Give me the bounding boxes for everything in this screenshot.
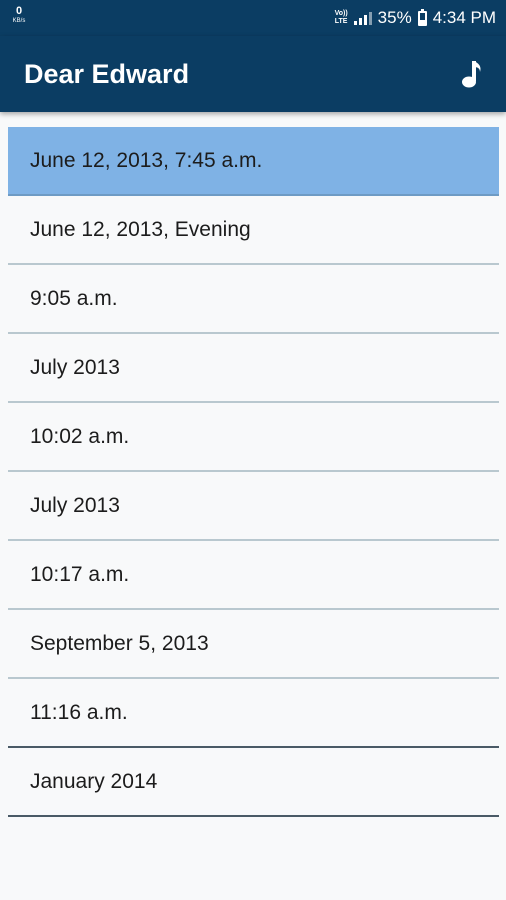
data-speed-value: 0 (15, 5, 23, 17)
list-item-label: June 12, 2013, Evening (30, 217, 251, 241)
lte-label: LTE (334, 18, 348, 25)
list-item[interactable]: 10:17 a.m. (8, 541, 499, 610)
list-item[interactable]: 10:02 a.m. (8, 403, 499, 472)
list-item[interactable]: 9:05 a.m. (8, 265, 499, 334)
music-note-icon (462, 61, 481, 88)
clock: 4:34 PM (432, 8, 496, 27)
list-item[interactable]: June 12, 2013, 7:45 a.m. (8, 127, 499, 196)
list-item-label: 9:05 a.m. (30, 286, 118, 310)
app-bar: Dear Edward (0, 36, 506, 112)
list-item-label: June 12, 2013, 7:45 a.m. (30, 148, 263, 172)
battery-icon (417, 8, 427, 26)
entry-list: June 12, 2013, 7:45 a.m. June 12, 2013, E… (8, 127, 499, 817)
data-speed-unit: KB/s (12, 18, 26, 24)
list-item[interactable]: July 2013 (8, 472, 499, 541)
volte-icon: Vo)) LTE (335, 10, 348, 26)
signal-strength-icon (353, 11, 372, 25)
list-item-label: January 2014 (30, 769, 158, 793)
list-item-label: July 2013 (30, 493, 120, 517)
app-title: Dear Edward (24, 59, 190, 89)
list-item-label: September 5, 2013 (30, 631, 209, 655)
list-item[interactable]: January 2014 (8, 748, 499, 817)
music-button[interactable] (454, 56, 488, 92)
network-speed-indicator: 0 KB/s (8, 6, 30, 30)
list-item-label: 10:17 a.m. (30, 562, 130, 586)
list-item[interactable]: September 5, 2013 (8, 610, 499, 679)
list-item-label: July 2013 (30, 355, 120, 379)
list-item[interactable]: June 12, 2013, Evening (8, 196, 499, 265)
list-item-label: 10:02 a.m. (30, 424, 130, 448)
volte-label: Vo)) (334, 10, 348, 17)
list-item[interactable]: 11:16 a.m. (8, 679, 499, 748)
list-item[interactable]: July 2013 (8, 334, 499, 403)
status-bar: 0 KB/s Vo)) LTE 35% 4:34 PM (0, 0, 506, 36)
battery-percent: 35% (377, 8, 412, 27)
list-item-label: 11:16 a.m. (30, 700, 128, 724)
